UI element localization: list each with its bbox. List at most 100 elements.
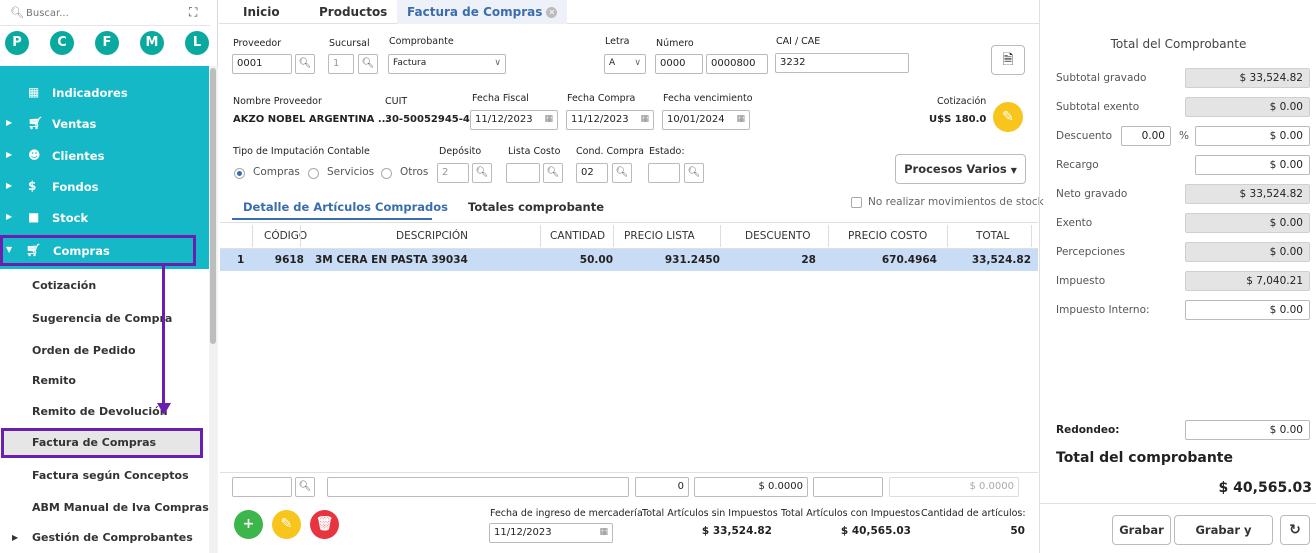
add-item-button[interactable]: + bbox=[234, 510, 263, 539]
cai-input[interactable]: 3232 bbox=[775, 53, 909, 73]
menu-item-fondos[interactable]: ▶ $ Fondos bbox=[0, 172, 210, 202]
nombre-proveedor-value: AKZO NOBEL ARGENTINA ... bbox=[233, 114, 390, 125]
procesos-varios-button[interactable]: Procesos Varios ▼ bbox=[895, 154, 1026, 184]
favorite-f-button[interactable]: F bbox=[95, 31, 119, 55]
fecha-vencimiento-input[interactable]: 10/01/2024 ▦ bbox=[662, 110, 750, 130]
calendar-icon[interactable]: ▦ bbox=[544, 114, 553, 124]
deposito-search-icon[interactable]: 🔍︎ bbox=[472, 163, 492, 183]
sin-impuestos-value: $ 33,524.82 bbox=[701, 525, 772, 537]
radio-otros[interactable] bbox=[381, 168, 392, 179]
sucursal-search-icon[interactable]: 🔍︎ bbox=[358, 54, 378, 74]
new-codigo-search-icon[interactable]: 🔍︎ bbox=[295, 477, 315, 497]
submenu-item-factura-conceptos[interactable]: Factura según Conceptos bbox=[0, 461, 210, 491]
header-descuento[interactable]: DESCUENTO bbox=[745, 230, 811, 242]
table-row[interactable]: 1 9618 3M CERA EN PASTA 39034 50.00 931.… bbox=[220, 249, 1038, 271]
cond-compra-search-icon[interactable]: 🔍︎ bbox=[612, 163, 632, 183]
header-precio-lista[interactable]: PRECIO LISTA bbox=[624, 230, 695, 242]
menu-item-ventas[interactable]: ▶ 🛒︎ Ventas bbox=[0, 109, 210, 139]
expand-icon[interactable]: ⛶ bbox=[189, 5, 197, 20]
grabar-button[interactable]: Grabar bbox=[1112, 515, 1171, 545]
refresh-icon[interactable]: ↻ bbox=[1280, 515, 1310, 545]
menu-item-compras[interactable]: ▼ 🛒︎ Compras bbox=[0, 235, 196, 266]
favorite-l-button[interactable]: L bbox=[185, 31, 209, 55]
new-codigo-input[interactable] bbox=[232, 477, 292, 497]
radio-servicios[interactable] bbox=[308, 168, 319, 179]
menu-item-clientes[interactable]: ▶ ☻ Clientes bbox=[0, 141, 210, 171]
tab-totales-comprobante[interactable]: Totales comprobante bbox=[468, 200, 604, 214]
submenu-item-remito-devolucion[interactable]: Remito de Devolución bbox=[0, 397, 210, 427]
submenu-item-gestion[interactable]: ▶ Gestión de Comprobantes bbox=[0, 523, 210, 553]
grabar-pagar-button[interactable]: Grabar y Pagar bbox=[1174, 515, 1273, 553]
impuesto-interno-input[interactable]: $ 0.00 bbox=[1185, 300, 1310, 320]
lista-costo-search-icon[interactable]: 🔍︎ bbox=[543, 163, 563, 183]
sucursal-input[interactable]: 1 bbox=[328, 54, 354, 74]
cotizacion-value: U$S 180.0 bbox=[929, 114, 987, 125]
redondeo-input[interactable]: $ 0.00 bbox=[1185, 420, 1310, 440]
recargo-input[interactable]: $ 0.00 bbox=[1195, 155, 1310, 175]
proveedor-search-icon[interactable]: 🔍︎ bbox=[295, 54, 315, 74]
submenu-item-abm-iva[interactable]: ABM Manual de Iva Compras bbox=[0, 493, 210, 523]
box-icon: ■ bbox=[28, 210, 40, 224]
fecha-ingreso-input[interactable]: 11/12/2023 ▦ bbox=[489, 523, 613, 543]
tab-inicio[interactable]: Inicio bbox=[243, 0, 280, 24]
letra-select[interactable]: A ∨ bbox=[604, 54, 646, 74]
lista-costo-input[interactable] bbox=[506, 163, 540, 183]
cuit-value: 30-50052945-4 bbox=[385, 114, 470, 125]
fecha-compra-input[interactable]: 11/12/2023 ▦ bbox=[566, 110, 654, 130]
tab-factura-compras[interactable]: Factura de Compras ✕ bbox=[397, 0, 568, 24]
fecha-ingreso-value: 11/12/2023 bbox=[494, 527, 552, 538]
submenu-label: Factura según Conceptos bbox=[32, 469, 189, 482]
calendar-icon[interactable]: ▦ bbox=[640, 114, 649, 124]
tab-productos[interactable]: Productos bbox=[319, 0, 387, 24]
sidebar-scroll-thumb[interactable] bbox=[210, 68, 216, 344]
numero-input[interactable]: 0000800 bbox=[706, 54, 768, 74]
sidebar-search-input[interactable] bbox=[26, 4, 176, 22]
new-descripcion-input[interactable] bbox=[327, 477, 629, 497]
cond-compra-input[interactable]: 02 bbox=[576, 163, 608, 183]
new-precio-input[interactable]: $ 0.0000 bbox=[694, 477, 808, 497]
submenu-item-sugerencia[interactable]: Sugerencia de Compra bbox=[0, 304, 210, 334]
calendar-icon[interactable]: ▦ bbox=[599, 527, 608, 537]
comprobante-label: Comprobante bbox=[389, 36, 454, 47]
estado-search-icon[interactable]: 🔍︎ bbox=[684, 163, 704, 183]
edit-cotizacion-icon[interactable]: ✎ bbox=[993, 102, 1023, 132]
document-icon[interactable]: 🗎︎ bbox=[991, 45, 1025, 75]
menu-item-indicadores[interactable]: ▦ Indicadores bbox=[0, 78, 210, 108]
comprobante-select[interactable]: Factura ∨ bbox=[388, 54, 506, 74]
header-precio-costo[interactable]: PRECIO COSTO bbox=[848, 230, 927, 242]
close-icon[interactable]: ✕ bbox=[546, 7, 558, 18]
new-descuento-input[interactable] bbox=[813, 477, 883, 497]
proveedor-input[interactable]: 0001 bbox=[232, 54, 292, 74]
favorite-p-button[interactable]: P bbox=[5, 31, 29, 55]
estado-input[interactable] bbox=[648, 163, 680, 183]
search-icon: 🔍︎ bbox=[10, 6, 24, 19]
calendar-icon[interactable]: ▦ bbox=[736, 114, 745, 124]
punto-venta-input[interactable]: 0000 bbox=[655, 54, 703, 74]
header-cantidad[interactable]: CANTIDAD bbox=[550, 230, 605, 242]
submenu-item-cotizacion[interactable]: Cotización bbox=[0, 271, 210, 301]
submenu-item-factura-compras[interactable]: Factura de Compras bbox=[1, 428, 203, 458]
no-mov-stock-checkbox[interactable] bbox=[851, 197, 862, 208]
edit-item-button[interactable]: ✎ bbox=[272, 510, 301, 539]
favorite-m-button[interactable]: M bbox=[140, 31, 164, 55]
favorite-c-button[interactable]: C bbox=[50, 31, 74, 55]
submenu-item-remito[interactable]: Remito bbox=[0, 366, 210, 396]
submenu-label: Orden de Pedido bbox=[32, 344, 136, 357]
header-total[interactable]: TOTAL bbox=[976, 230, 1009, 242]
header-descripcion[interactable]: DESCRIPCIÓN bbox=[396, 230, 468, 242]
radio-servicios-label: Servicios bbox=[327, 166, 375, 178]
deposito-input[interactable]: 2 bbox=[437, 163, 469, 183]
new-cantidad-input[interactable]: 0 bbox=[635, 477, 689, 497]
radio-compras[interactable] bbox=[234, 168, 245, 179]
submenu-item-orden-pedido[interactable]: Orden de Pedido bbox=[0, 336, 210, 366]
descuento-pct-input[interactable]: 0.00 bbox=[1121, 126, 1171, 146]
fecha-fiscal-input[interactable]: 11/12/2023 ▦ bbox=[470, 110, 558, 130]
sidebar: 🔍︎ ⛶ P C F M L ▦ Indicadores ▶ 🛒︎ Ventas… bbox=[0, 0, 218, 553]
tab-label: Factura de Compras bbox=[407, 5, 543, 19]
menu-item-stock[interactable]: ▶ ■ Stock bbox=[0, 203, 210, 233]
impuesto-value: $ 7,040.21 bbox=[1185, 271, 1310, 291]
descuento-value-input[interactable]: $ 0.00 bbox=[1195, 126, 1310, 146]
exento-value: $ 0.00 bbox=[1185, 213, 1310, 233]
delete-item-button[interactable]: 🗑︎ bbox=[310, 510, 339, 539]
tab-detalle-articulos[interactable]: Detalle de Artículos Comprados bbox=[243, 200, 448, 214]
